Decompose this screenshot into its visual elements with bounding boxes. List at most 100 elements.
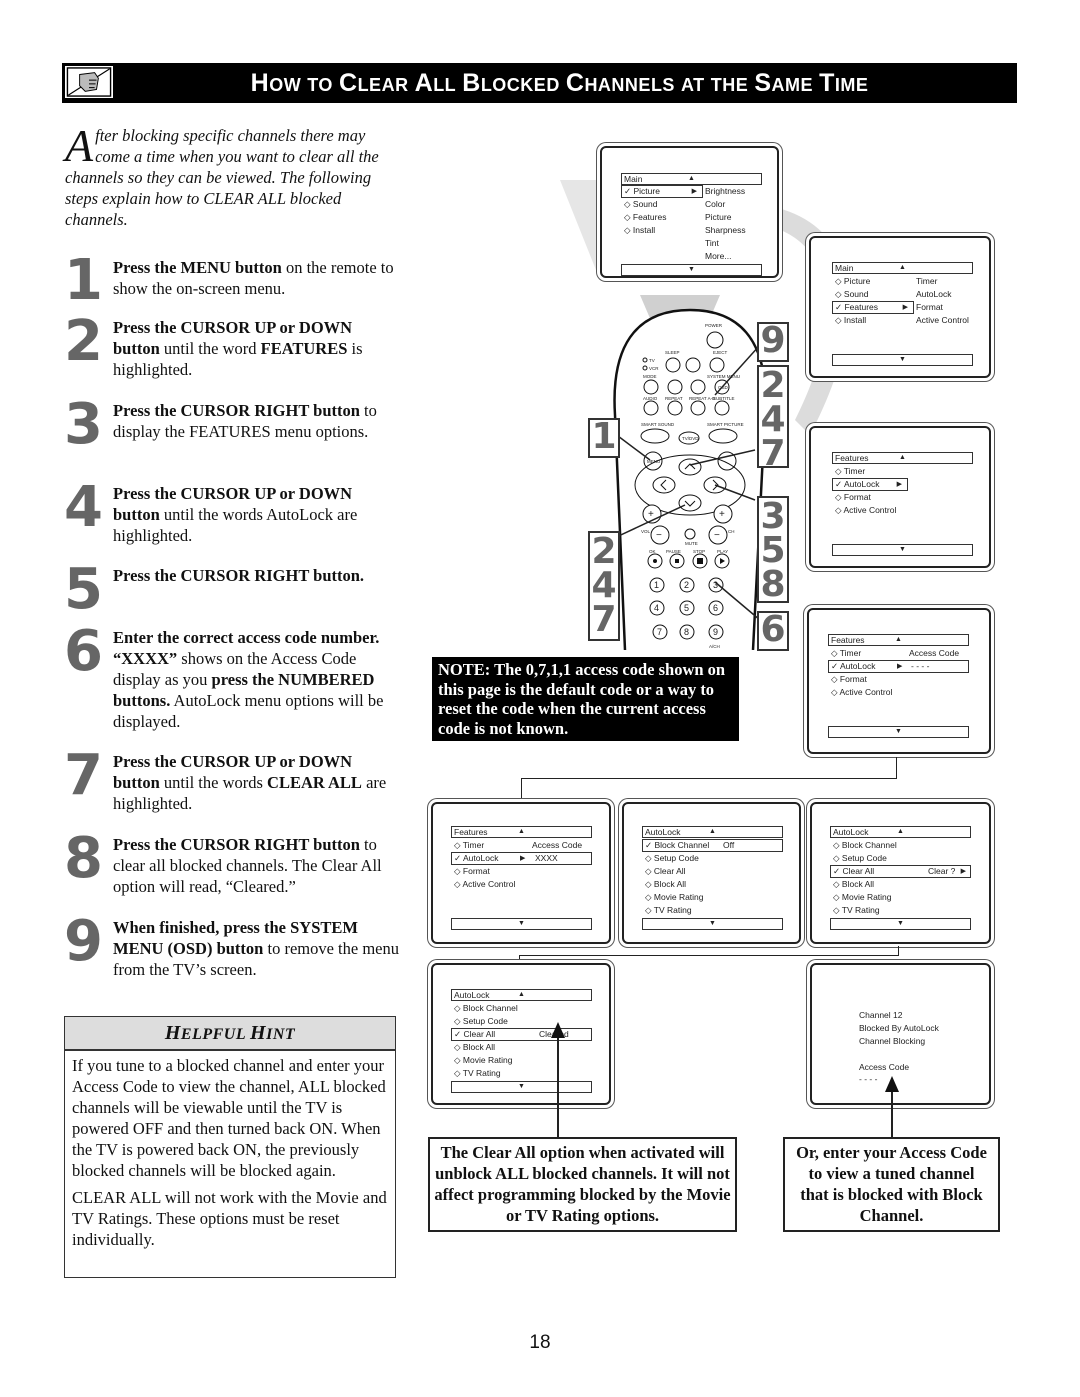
- hint-paragraph: CLEAR ALL will not work with the Movie a…: [72, 1188, 387, 1249]
- osd-item[interactable]: ◇ TV Rating: [454, 1067, 501, 1080]
- osd-subitem: Format: [916, 302, 943, 312]
- blocked-line: Blocked By AutoLock: [859, 1023, 939, 1033]
- osd-menu-title: Features ▲: [828, 634, 969, 646]
- osd-item[interactable]: ◇ Timer: [831, 647, 861, 660]
- down-arrow-icon: ▼: [642, 918, 783, 930]
- osd-item-selected[interactable]: ✓ AutoLock ▶ - - - -: [828, 660, 969, 673]
- step-mid: until the word: [159, 339, 261, 358]
- blocked-line: Channel 12: [859, 1010, 903, 1020]
- osd-item[interactable]: ◇ Block All: [454, 1041, 495, 1054]
- osd-item[interactable]: ◇ Block Channel: [833, 839, 897, 852]
- step-number: 6: [64, 619, 103, 684]
- osd-item[interactable]: ◇ Sound: [835, 288, 869, 301]
- osd-menu-title: Features ▲: [451, 826, 592, 838]
- osd-item[interactable]: ◇ Format: [831, 673, 867, 686]
- osd-item[interactable]: ◇ TV Rating: [645, 904, 692, 917]
- callout-step-1: 1: [588, 418, 620, 458]
- osd-item-label: Install: [632, 225, 656, 235]
- callout-steps-2-4-7-left: 2 4 7: [588, 531, 620, 641]
- osd-item[interactable]: ◇ Setup Code: [645, 852, 699, 865]
- hint-paragraph: If you tune to a blocked channel and ent…: [72, 1056, 386, 1180]
- callout-digit: 5: [760, 530, 786, 571]
- osd-item[interactable]: ◇ Format: [454, 865, 490, 878]
- osd-item[interactable]: ◇ TV Rating: [833, 904, 880, 917]
- osd-title-text: AutoLock: [454, 990, 490, 1000]
- osd-item[interactable]: ◇ Movie Rating: [833, 891, 892, 904]
- down-arrow-icon: ▼: [621, 264, 762, 276]
- osd-subitem: Timer: [916, 276, 938, 286]
- osd-item[interactable]: ◇ Timer: [835, 465, 865, 478]
- intro-paragraph: After blocking specific channels there m…: [65, 120, 395, 230]
- osd-item-label: Active Control: [843, 505, 897, 515]
- down-arrow-icon: ▼: [832, 544, 973, 556]
- osd-item[interactable]: ◇ Timer: [454, 839, 484, 852]
- callout-digit: 6: [760, 609, 786, 650]
- osd-item[interactable]: ◇ Block Channel: [454, 1002, 518, 1015]
- access-code-value: XXXX: [535, 853, 558, 863]
- hint-title-part: H: [164, 1022, 181, 1044]
- note-box: NOTE: The 0,7,1,1 access code shown on t…: [432, 657, 739, 741]
- step-number: 9: [64, 909, 103, 974]
- connector-line: [521, 778, 897, 779]
- osd-item[interactable]: ◇ Active Control: [835, 504, 896, 517]
- osd-menu-title: Features ▲: [832, 452, 973, 464]
- osd-item-selected[interactable]: ✓ Features ▶: [832, 301, 914, 314]
- caption-access-code: Or, enter your Access Code to view a tun…: [783, 1137, 1000, 1232]
- down-arrow-icon: ▼: [451, 1081, 592, 1093]
- right-arrow-icon: ▶: [902, 304, 908, 311]
- right-arrow-icon: ▶: [960, 868, 966, 875]
- step-number: 3: [64, 392, 103, 457]
- osd-item[interactable]: ◇ Active Control: [454, 878, 515, 891]
- osd-item[interactable]: ◇ Format: [835, 491, 871, 504]
- osd-item[interactable]: ◇ Features: [624, 211, 666, 224]
- step-number: 8: [64, 826, 103, 891]
- intro-text: fter blocking specific channels there ma…: [65, 126, 379, 229]
- osd-item-label: Features: [844, 302, 879, 312]
- osd-item-label: Block Channel: [654, 840, 710, 850]
- osd-item[interactable]: ◇ Movie Rating: [454, 1054, 513, 1067]
- osd-item[interactable]: ◇ Install: [624, 224, 655, 237]
- access-code-value: - - - -: [911, 661, 930, 671]
- step-3: 3 Press the CURSOR RIGHT button to displ…: [64, 397, 399, 453]
- step-number: 7: [64, 743, 103, 808]
- osd-item[interactable]: ◇ Block All: [645, 878, 686, 891]
- osd-item-label: Active Control: [462, 879, 516, 889]
- clear-all-value: Clear ?: [928, 866, 956, 876]
- osd-item-selected[interactable]: ✓ Picture ▶: [621, 185, 703, 198]
- osd-item-selected[interactable]: ✓ AutoLock ▶ XXXX: [451, 852, 592, 865]
- drop-cap: A: [65, 120, 94, 171]
- osd-item[interactable]: ◇ Block All: [833, 878, 874, 891]
- callout-digit: 7: [760, 433, 786, 474]
- osd-item-label: Format: [839, 674, 867, 684]
- osd-item-label: Timer: [462, 840, 485, 850]
- osd-item-selected[interactable]: ✓ Block Channel Off: [642, 839, 783, 852]
- osd-item-label: AutoLock: [844, 479, 880, 489]
- step-8: 8 Press the CURSOR RIGHT button to clear…: [64, 826, 399, 897]
- step-5: 5 Press the CURSOR RIGHT button.: [64, 562, 399, 618]
- tv-screen-autolock-cleared: AutoLock ▲ ◇ Block Channel ◇ Setup Code ✓…: [431, 963, 611, 1105]
- osd-item-selected[interactable]: ✓ AutoLock ▶: [832, 478, 908, 491]
- osd-item-selected[interactable]: ✓ Clear All Clear ? ▶: [830, 865, 971, 878]
- osd-item[interactable]: ◇ Setup Code: [833, 852, 887, 865]
- down-arrow-icon: ▼: [451, 918, 592, 930]
- blocked-line: Channel Blocking: [859, 1036, 926, 1046]
- osd-item[interactable]: ◇ Picture: [835, 275, 870, 288]
- step-bold: Press the CURSOR RIGHT button: [113, 401, 360, 420]
- osd-item[interactable]: ◇ Setup Code: [454, 1015, 508, 1028]
- osd-item[interactable]: ◇ Install: [835, 314, 866, 327]
- osd-item[interactable]: ◇ Sound: [624, 198, 658, 211]
- page-header: HOW TO CLEAR ALL BLOCKED CHANNELS AT THE…: [62, 63, 1017, 103]
- osd-item[interactable]: ◇ Movie Rating: [645, 891, 704, 904]
- osd-title-text: AutoLock: [645, 827, 681, 837]
- osd-item-selected[interactable]: ✓ Clear All Cleared: [451, 1028, 592, 1041]
- osd-item[interactable]: ◇ Clear All: [645, 865, 686, 878]
- step-bold: Press the MENU button: [113, 258, 282, 277]
- down-arrow-icon: ▼: [830, 918, 971, 930]
- osd-item[interactable]: ◇ Active Control: [831, 686, 892, 699]
- osd-subitem: AutoLock: [916, 289, 952, 299]
- osd-subitem: More...: [705, 251, 732, 261]
- osd-item-label: Setup Code: [653, 853, 699, 863]
- callout-digit: 8: [760, 564, 786, 605]
- callout-digit: 1: [591, 416, 617, 457]
- caption-clear-all: The Clear All option when activated will…: [428, 1137, 737, 1232]
